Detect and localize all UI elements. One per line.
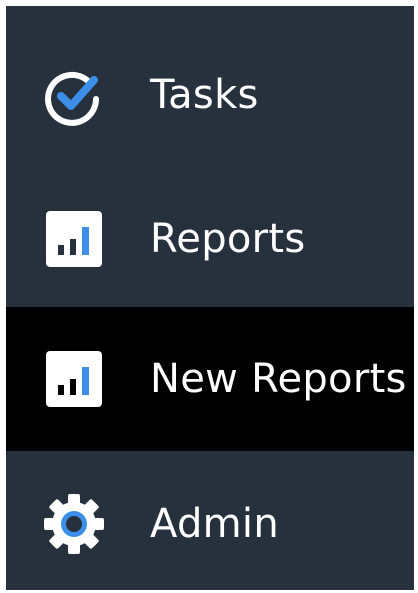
bar-chart-icon (42, 347, 106, 411)
sidebar-item-admin[interactable]: Admin (6, 452, 414, 590)
sidebar-item-label: Admin (150, 501, 279, 547)
sidebar-item-tasks[interactable]: Tasks (6, 23, 414, 167)
sidebar-item-label: New Reports (150, 356, 407, 402)
sidebar-item-new-reports[interactable]: New Reports (6, 307, 414, 451)
sidebar-item-label: Tasks (150, 72, 259, 118)
sidebar-nav: Tasks Reports New Reports Admin (6, 6, 414, 590)
gear-icon (42, 492, 106, 556)
bar-chart-icon (42, 207, 106, 271)
check-circle-icon (42, 63, 106, 127)
sidebar-item-label: Reports (150, 216, 306, 262)
sidebar-item-reports[interactable]: Reports (6, 167, 414, 311)
